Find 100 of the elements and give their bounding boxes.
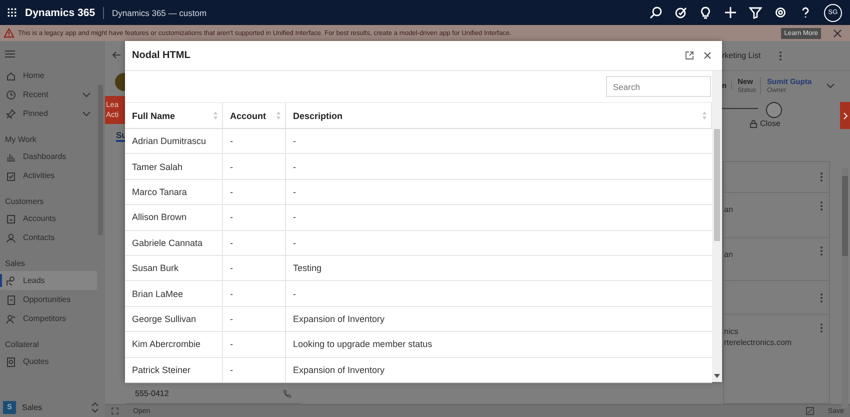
- plus-icon[interactable]: [724, 6, 737, 19]
- area-label[interactable]: Sales: [22, 402, 85, 412]
- table-cell: -: [223, 154, 286, 180]
- table-cell: Gabriele Cannata: [125, 230, 223, 256]
- table-cell: Testing: [286, 256, 712, 282]
- nav-item[interactable]: Recent: [0, 85, 97, 104]
- nav-item[interactable]: Home: [0, 66, 97, 85]
- person-icon: [6, 232, 16, 242]
- column-header[interactable]: Full Name: [125, 103, 223, 129]
- nav-item[interactable]: Accounts: [0, 209, 97, 228]
- dashboard-icon: [6, 152, 16, 162]
- settings-icon[interactable]: [774, 6, 787, 19]
- nav-item[interactable]: Activities: [0, 166, 97, 185]
- pin-icon: [6, 108, 16, 118]
- home-icon: [6, 70, 16, 80]
- next-stage-button[interactable]: [840, 102, 850, 129]
- document-icon: [6, 294, 16, 304]
- table-cell: -: [223, 205, 286, 231]
- command-button[interactable]: rketing List: [722, 51, 761, 60]
- scrollbar[interactable]: [712, 71, 722, 382]
- stage-marker[interactable]: [766, 102, 782, 118]
- card-text: rterelectronics.com: [724, 338, 792, 347]
- more-icon[interactable]: [820, 246, 823, 256]
- search-icon[interactable]: [649, 6, 662, 19]
- table-cell: Marco Tanara: [125, 180, 223, 206]
- nav-item[interactable]: Contacts: [0, 228, 97, 247]
- clock-icon: [6, 90, 16, 100]
- table-cell: Looking to upgrade member status: [286, 332, 712, 358]
- table-cell: -: [286, 230, 712, 256]
- menu-icon[interactable]: [5, 50, 15, 58]
- phone-number: 555-0412: [135, 389, 169, 398]
- table-cell: -: [286, 281, 712, 307]
- nav-item[interactable]: Pinned: [0, 104, 97, 123]
- search-field[interactable]: Search: [606, 76, 711, 97]
- more-icon[interactable]: [820, 323, 823, 333]
- close-icon[interactable]: [703, 51, 712, 60]
- more-icon[interactable]: [820, 292, 823, 302]
- save-icon[interactable]: [806, 407, 814, 415]
- section-heading: Customers: [4, 196, 45, 208]
- column-header[interactable]: Description: [286, 103, 712, 129]
- card-text: an: [724, 205, 733, 214]
- column-header[interactable]: Account: [223, 103, 286, 129]
- nav-item[interactable]: Competitors: [0, 309, 97, 328]
- scrollbar[interactable]: [842, 168, 848, 408]
- table-cell: -: [223, 358, 286, 383]
- lightbulb-icon[interactable]: [699, 6, 712, 19]
- phone-icon[interactable]: [283, 389, 292, 398]
- card-text: nics: [724, 327, 740, 336]
- scroll-down-icon[interactable]: [714, 374, 720, 379]
- card-text: an: [724, 250, 733, 259]
- app-title: Dynamics 365 — custom: [112, 8, 207, 18]
- table-cell: George Sullivan: [125, 306, 223, 332]
- table-cell: Expansion of Inventory: [286, 358, 712, 383]
- more-icon[interactable]: [820, 172, 823, 182]
- stage-label[interactable]: Close: [750, 119, 780, 128]
- warning-icon: [4, 28, 14, 38]
- app-launcher-icon[interactable]: [7, 6, 17, 19]
- back-arrow-icon[interactable]: [112, 51, 121, 59]
- table-cell: Expansion of Inventory: [286, 306, 712, 332]
- table-cell: -: [223, 306, 286, 332]
- table-cell: -: [223, 281, 286, 307]
- table-cell: -: [286, 129, 712, 154]
- dialog-title: Nodal HTML: [132, 50, 192, 61]
- nav-item[interactable]: Dashboards: [0, 147, 97, 166]
- table-cell: -: [223, 256, 286, 282]
- chevron-icon[interactable]: [82, 92, 91, 98]
- table-cell: Adrian Dumitrascu: [125, 129, 223, 154]
- close-icon[interactable]: [833, 28, 842, 38]
- nav-item[interactable]: Quotes: [0, 352, 97, 371]
- table-cell: -: [223, 129, 286, 154]
- section-heading: My Work: [4, 134, 38, 146]
- up-down-icon[interactable]: [91, 402, 99, 412]
- table-cell: -: [223, 332, 286, 358]
- table-cell: Allison Brown: [125, 205, 223, 231]
- nav-item[interactable]: Leads: [0, 271, 97, 290]
- more-icon[interactable]: [820, 201, 823, 211]
- table-cell: Kim Abercrombie: [125, 332, 223, 358]
- table-cell: -: [286, 180, 712, 206]
- chevron-icon[interactable]: [82, 110, 91, 116]
- section-heading: Collateral: [4, 339, 40, 351]
- table-cell: Patrick Steiner: [125, 358, 223, 383]
- table-cell: Susan Burk: [125, 256, 223, 282]
- table-cell: Brian LaMee: [125, 281, 223, 307]
- target-icon[interactable]: [674, 6, 687, 19]
- app-name[interactable]: Dynamics 365: [25, 6, 96, 18]
- quote-icon: [6, 356, 16, 366]
- nav-item[interactable]: Opportunities: [0, 290, 97, 309]
- more-icon[interactable]: [778, 50, 782, 60]
- table-cell: -: [286, 205, 712, 231]
- clipboard-icon: [6, 170, 16, 180]
- table-cell: Tamer Salah: [125, 154, 223, 180]
- expand-icon[interactable]: [111, 407, 119, 415]
- table-cell: -: [223, 180, 286, 206]
- pop-out-icon[interactable]: [685, 51, 694, 60]
- lock-icon: [750, 120, 757, 128]
- filter-icon[interactable]: [749, 6, 762, 19]
- table-cell: -: [286, 154, 712, 180]
- table-cell: -: [223, 230, 286, 256]
- account-icon: [6, 214, 16, 224]
- chevron-icon[interactable]: [826, 82, 835, 88]
